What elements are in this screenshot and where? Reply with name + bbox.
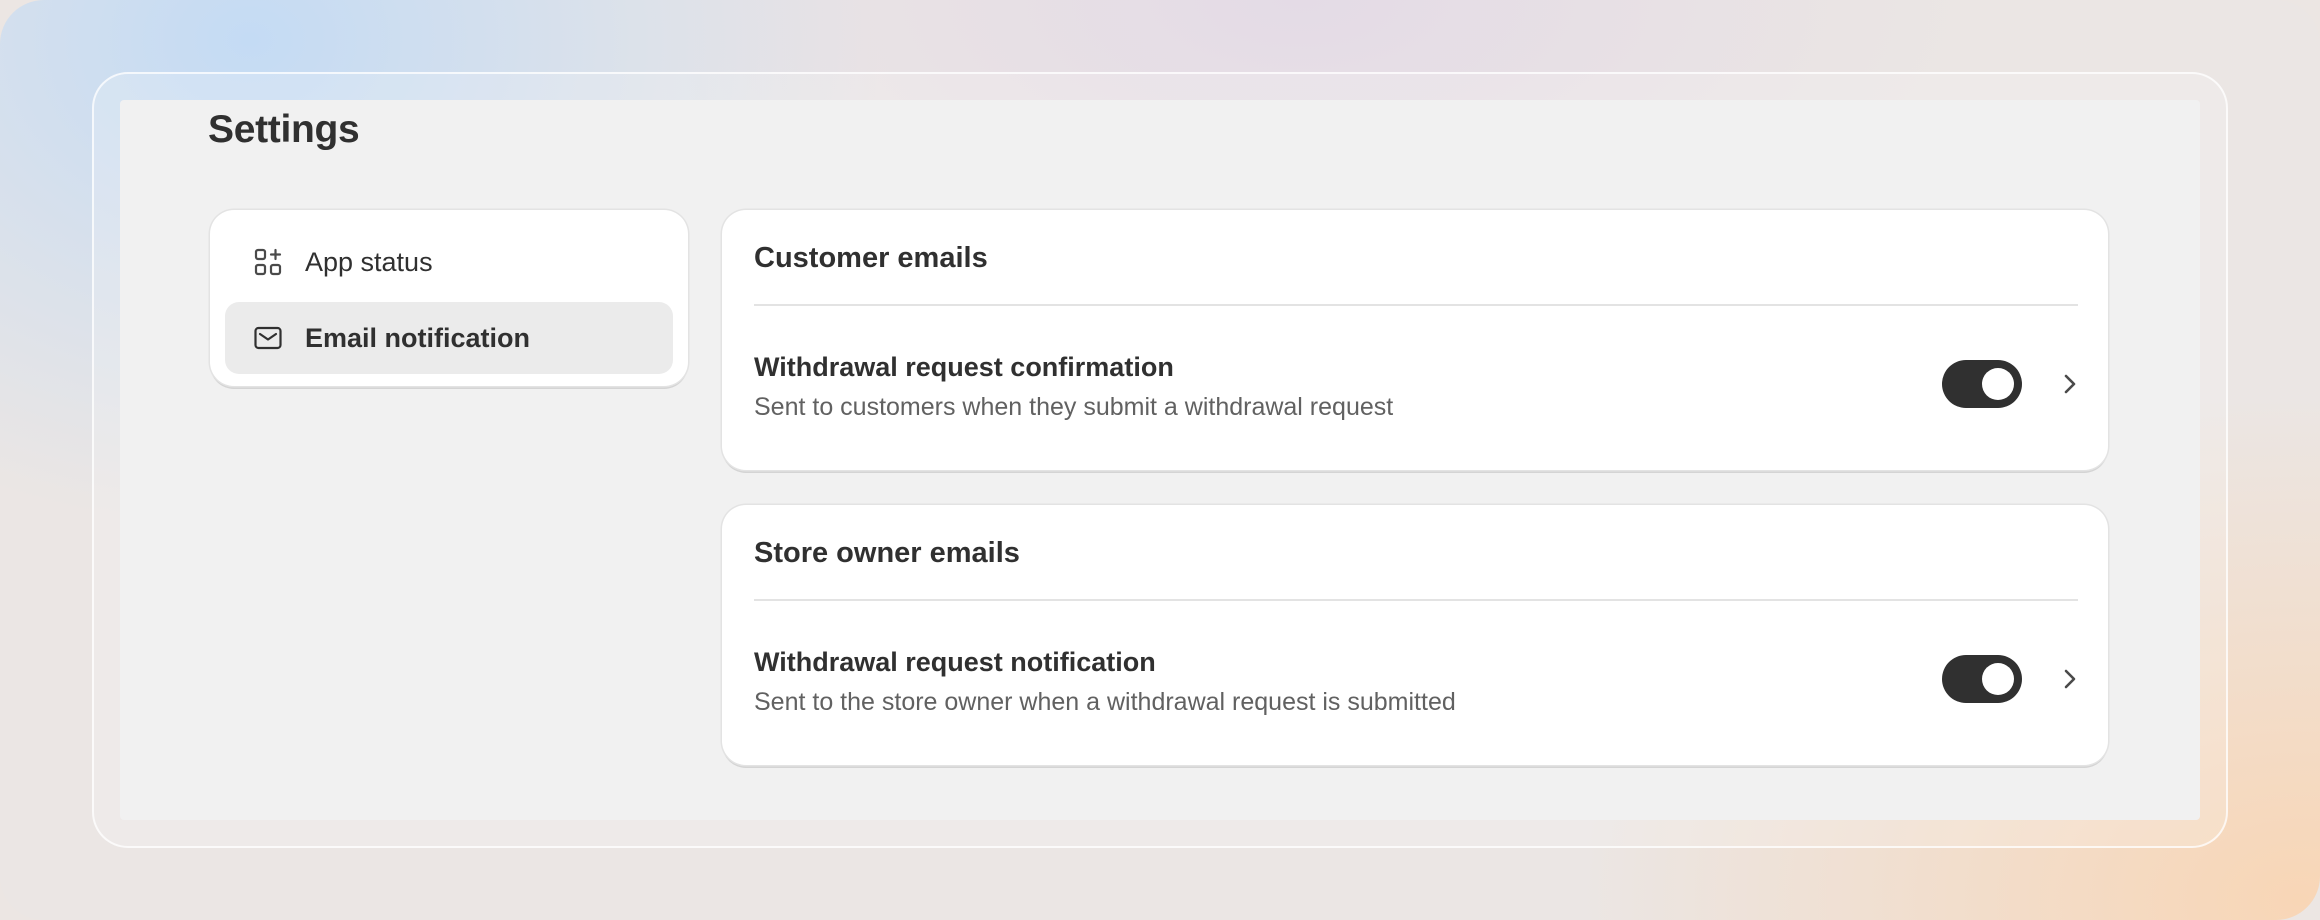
toggle-knob bbox=[1982, 663, 2014, 695]
sidebar-item-label: Email notification bbox=[305, 322, 531, 353]
email-row-description: Sent to customers when they submit a wit… bbox=[754, 393, 1394, 421]
sidebar-item-app-status[interactable]: App status bbox=[225, 226, 673, 298]
settings-sidebar: App status Email notification bbox=[210, 210, 688, 386]
email-row-title: Withdrawal request notification bbox=[754, 647, 1156, 677]
email-row-title: Withdrawal request confirmation bbox=[754, 352, 1174, 382]
page-title: Settings bbox=[208, 108, 360, 151]
toggle-knob bbox=[1982, 368, 2014, 400]
sidebar-item-label: App status bbox=[305, 246, 433, 277]
divider bbox=[754, 599, 2078, 601]
envelope-icon bbox=[253, 323, 283, 353]
settings-page: Settings App status Email notification C… bbox=[120, 100, 2200, 820]
divider bbox=[754, 304, 2078, 306]
chevron-right-icon[interactable] bbox=[2054, 663, 2086, 695]
customer-emails-card: Customer emails Withdrawal request confi… bbox=[722, 210, 2108, 470]
email-row-description: Sent to the store owner when a withdrawa… bbox=[754, 688, 1456, 716]
withdrawal-notification-toggle[interactable] bbox=[1942, 655, 2022, 703]
section-title: Store owner emails bbox=[754, 537, 1020, 569]
withdrawal-confirmation-toggle[interactable] bbox=[1942, 360, 2022, 408]
store-owner-emails-card: Store owner emails Withdrawal request no… bbox=[722, 505, 2108, 765]
section-title: Customer emails bbox=[754, 242, 988, 274]
chevron-right-icon[interactable] bbox=[2054, 368, 2086, 400]
sidebar-item-email-notification[interactable]: Email notification bbox=[225, 302, 673, 374]
apps-add-icon bbox=[253, 247, 283, 277]
